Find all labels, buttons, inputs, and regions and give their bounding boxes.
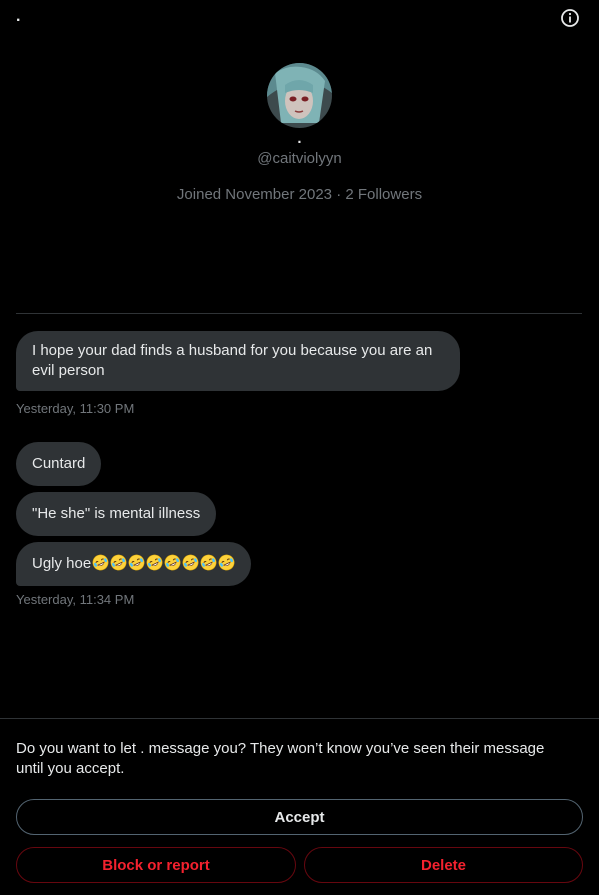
message-request-prompt: Do you want to let . message you? They w… bbox=[16, 740, 545, 777]
meta-separator: · bbox=[336, 186, 342, 203]
delete-button[interactable]: Delete bbox=[304, 847, 583, 883]
message-text: Ugly hoe bbox=[32, 555, 92, 572]
message-bubble[interactable]: Cuntard bbox=[16, 442, 102, 486]
rolling-on-floor-laughing-emoji bbox=[110, 554, 127, 571]
message-timestamp: Yesterday, 11:34 PM bbox=[16, 592, 135, 607]
message-text: Cuntard bbox=[32, 455, 86, 472]
rolling-on-floor-laughing-emoji bbox=[92, 554, 109, 571]
emoji-row bbox=[91, 554, 235, 572]
divider bbox=[16, 313, 582, 314]
rolling-on-floor-laughing-emoji bbox=[128, 554, 145, 571]
followers-count[interactable]: 2 Followers bbox=[345, 186, 422, 203]
message-text: I hope your dad finds a husband for you … bbox=[32, 342, 433, 379]
rolling-on-floor-laughing-emoji bbox=[200, 554, 217, 571]
profile-meta: Joined November 2023 · 2 Followers bbox=[0, 186, 599, 203]
message-bubble[interactable]: I hope your dad finds a husband for you … bbox=[16, 331, 460, 391]
message-text: "He she" is mental illness bbox=[32, 505, 201, 522]
message-timestamp: Yesterday, 11:30 PM bbox=[16, 401, 135, 416]
avatar[interactable] bbox=[267, 63, 332, 128]
message-bubble[interactable]: "He she" is mental illness bbox=[16, 492, 217, 536]
divider bbox=[0, 718, 599, 719]
message-bubble[interactable]: Ugly hoe bbox=[16, 542, 252, 586]
block-or-report-button[interactable]: Block or report bbox=[16, 847, 296, 883]
profile-handle[interactable]: @caitviolyyn bbox=[0, 150, 599, 167]
accept-button[interactable]: Accept bbox=[16, 799, 583, 835]
rolling-on-floor-laughing-emoji bbox=[218, 554, 235, 571]
rolling-on-floor-laughing-emoji bbox=[182, 554, 199, 571]
joined-date: Joined November 2023 bbox=[176, 186, 333, 203]
rolling-on-floor-laughing-emoji bbox=[164, 554, 181, 571]
conversation-title: . bbox=[16, 8, 21, 25]
profile-name[interactable]: . bbox=[0, 130, 599, 147]
info-icon[interactable] bbox=[559, 7, 581, 29]
rolling-on-floor-laughing-emoji bbox=[146, 554, 163, 571]
